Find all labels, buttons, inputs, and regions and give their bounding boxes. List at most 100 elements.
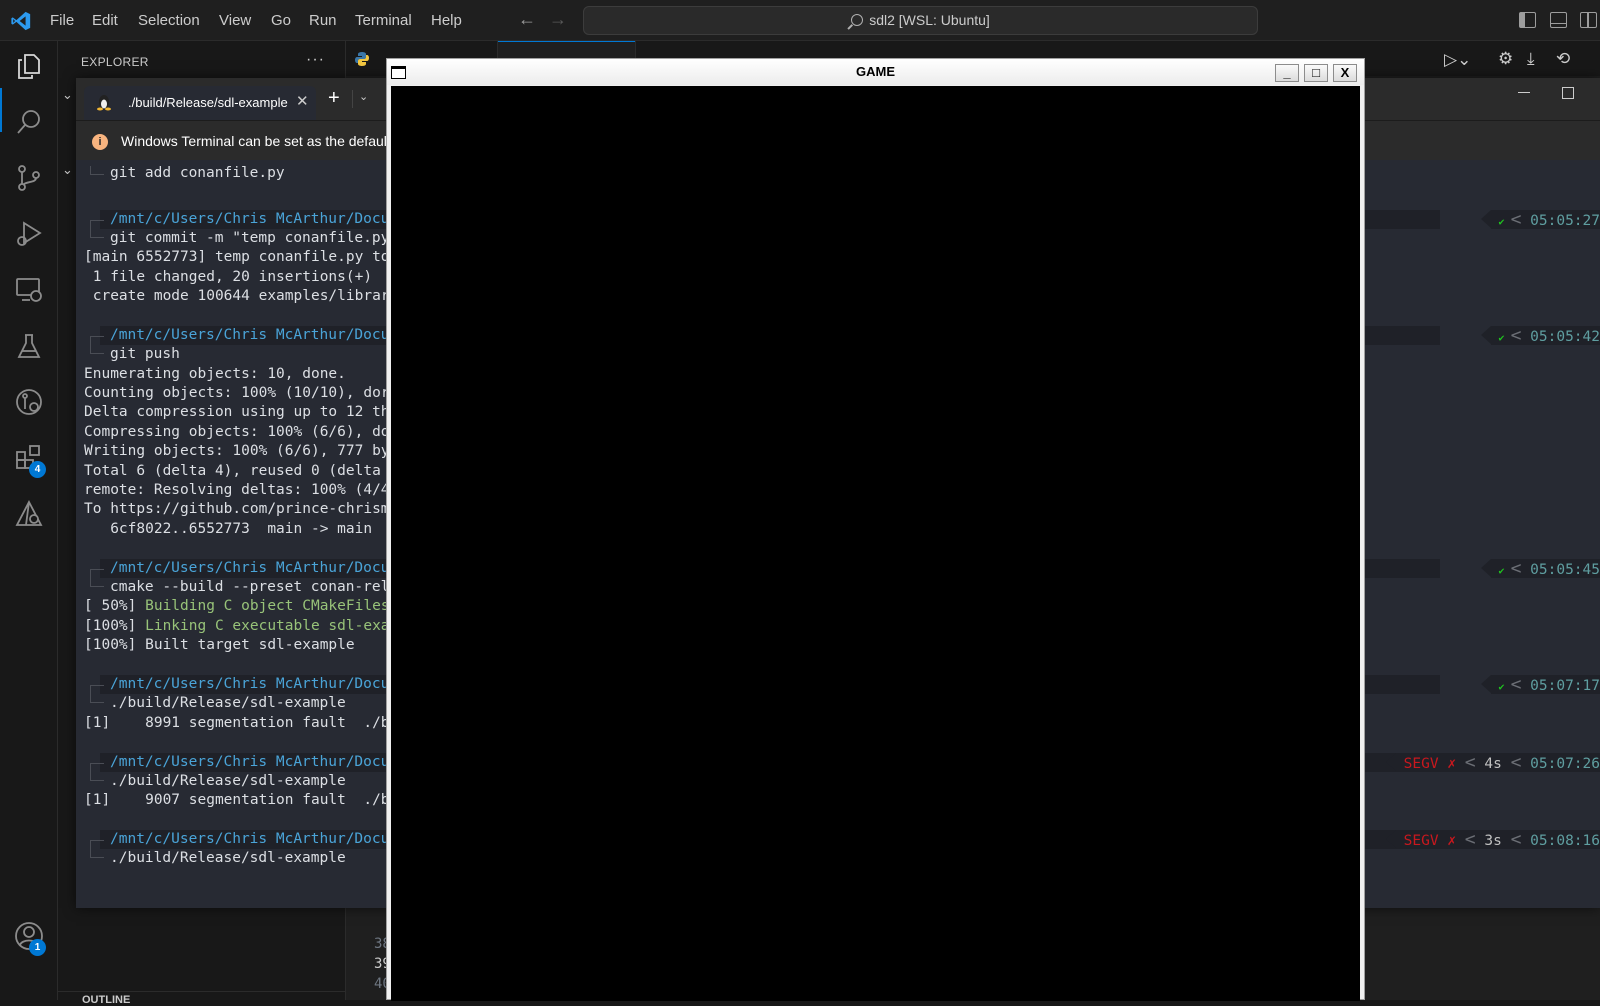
maximize-button[interactable]: □ xyxy=(1304,64,1328,82)
explorer-files-icon[interactable] xyxy=(14,51,44,81)
check-icon: ✔ xyxy=(1498,333,1511,344)
build-output-line: [100%] Built target sdl-example xyxy=(84,637,355,653)
output-line: create mode 100644 examples/librar xyxy=(84,288,390,304)
menu-view[interactable]: View xyxy=(219,12,251,29)
prompt-connector xyxy=(90,772,104,781)
prompt-connector xyxy=(90,578,104,587)
menu-go[interactable]: Go xyxy=(271,12,291,29)
prompt-connector xyxy=(90,166,104,175)
terminal-tab-title: ./build/Release/sdl-example xyxy=(128,95,288,110)
info-message: Windows Terminal can be set as the defau… xyxy=(121,133,391,149)
segv-status: SEGV xyxy=(1403,833,1439,849)
build-output-line: [100%] Linking C executable sdl-exa xyxy=(84,618,390,634)
search-icon xyxy=(851,14,864,26)
new-tab-button[interactable]: + xyxy=(328,87,340,109)
output-line: Delta compression using up to 12 th xyxy=(84,404,390,420)
minimize-button[interactable] xyxy=(1518,92,1530,93)
right-prompt: SEGV ✗ < 3s < 05:08:16 xyxy=(1385,830,1600,849)
output-line: 1 file changed, 20 insertions(+) xyxy=(84,269,373,285)
active-indicator xyxy=(0,88,2,132)
cmake-icon[interactable] xyxy=(14,499,44,529)
title-bar: File Edit Selection View Go Run Terminal… xyxy=(0,0,1600,41)
activity-bar: 4 1 xyxy=(0,41,58,1000)
chevron-down-icon[interactable]: ⌄ xyxy=(62,162,73,178)
git-graph-icon[interactable] xyxy=(14,387,44,417)
toggle-panel-icon[interactable] xyxy=(1550,12,1567,28)
timestamp: 05:05:42 xyxy=(1530,329,1600,345)
python-icon xyxy=(355,52,369,66)
outline-section-header[interactable]: OUTLINE xyxy=(82,994,130,1006)
remote-explorer-icon[interactable] xyxy=(14,275,44,305)
menu-file[interactable]: File xyxy=(50,12,74,29)
prompt-connector xyxy=(90,345,104,354)
close-tab-icon[interactable]: ✕ xyxy=(296,92,309,110)
timestamp: 05:07:17 xyxy=(1530,678,1600,694)
menu-terminal[interactable]: Terminal xyxy=(355,12,412,29)
prompt-connector xyxy=(90,336,104,345)
error-x-icon: ✗ xyxy=(1447,756,1457,772)
back-arrow-icon[interactable]: ← xyxy=(518,9,536,30)
output-line: Enumerating objects: 10, done. xyxy=(84,366,346,382)
search-icon[interactable] xyxy=(14,107,44,137)
output-line: To https://github.com/prince-chrism xyxy=(84,501,390,517)
segv-status: SEGV xyxy=(1403,756,1439,772)
vscode-logo-icon xyxy=(11,11,31,31)
menu-selection[interactable]: Selection xyxy=(138,12,200,29)
forward-arrow-icon[interactable]: → xyxy=(549,9,567,30)
divider xyxy=(58,991,346,992)
menu-help[interactable]: Help xyxy=(431,12,462,29)
command-line: git add conanfile.py xyxy=(110,165,285,181)
check-icon: ✔ xyxy=(1498,566,1511,577)
prompt-path: /mnt/c/Users/Chris McArthur/Docu xyxy=(110,676,390,692)
download-icon[interactable]: ⤓ xyxy=(1527,49,1535,69)
command-line: cmake --build --preset conan-rel xyxy=(110,579,390,595)
menu-edit[interactable]: Edit xyxy=(92,12,118,29)
menu-run[interactable]: Run xyxy=(309,12,337,29)
toggle-primary-sidebar-icon[interactable] xyxy=(1519,12,1536,28)
extensions-badge: 4 xyxy=(29,461,46,478)
more-actions-icon[interactable]: ··· xyxy=(306,51,325,69)
output-line: [main 6552773] temp conanfile.py to xyxy=(84,249,390,265)
command-center-search[interactable]: sdl2 [WSL: Ubuntu] xyxy=(583,6,1258,35)
output-line: 6cf8022..6552773 main -> main xyxy=(84,521,373,537)
output-line: remote: Resolving deltas: 100% (4/4 xyxy=(84,482,390,498)
duration: 3s xyxy=(1484,833,1502,849)
close-button[interactable]: X xyxy=(1333,64,1357,82)
right-prompt: ✔ < 05:05:27 xyxy=(1480,210,1600,229)
game-canvas[interactable] xyxy=(391,86,1360,1001)
accounts-badge: 1 xyxy=(29,939,46,956)
prompt-connector xyxy=(90,685,104,694)
prompt-connector xyxy=(90,229,104,238)
run-and-debug-icon[interactable] xyxy=(14,219,44,249)
command-line: ./build/Release/sdl-example xyxy=(110,850,346,866)
command-line: git push xyxy=(110,346,180,362)
game-title-bar[interactable]: GAME _ □ X xyxy=(387,59,1364,85)
toggle-secondary-sidebar-icon[interactable] xyxy=(1580,12,1597,28)
chevron-down-icon[interactable]: ⌄ xyxy=(359,90,368,103)
active-tab-indicator xyxy=(498,41,635,42)
timestamp: 05:07:26 xyxy=(1530,756,1600,772)
chevron-down-icon[interactable]: ⌄ xyxy=(62,87,73,103)
right-prompt: SEGV ✗ < 4s < 05:07:26 xyxy=(1385,753,1600,772)
output-line: [1] 8991 segmentation fault ./b xyxy=(84,715,390,731)
source-control-icon[interactable] xyxy=(14,163,44,193)
game-window-title: GAME xyxy=(856,64,895,79)
divider xyxy=(352,90,353,108)
game-window: GAME _ □ X xyxy=(386,58,1365,1001)
timestamp: 05:05:45 xyxy=(1530,562,1600,578)
open-changes-icon[interactable]: ⟲ xyxy=(1556,49,1570,69)
prompt-path: /mnt/c/Users/Chris McArthur/Docu xyxy=(110,831,390,847)
linux-tux-icon xyxy=(97,95,111,111)
run-debug-icon[interactable]: ▷⌄ xyxy=(1444,50,1471,70)
testing-flask-icon[interactable] xyxy=(14,331,44,361)
command-line: git commit -m "temp conanfile.py xyxy=(110,230,390,246)
command-center-label: sdl2 [WSL: Ubuntu] xyxy=(869,12,990,28)
gear-icon[interactable]: ⚙ xyxy=(1498,49,1513,69)
maximize-button[interactable] xyxy=(1562,87,1574,99)
check-icon: ✔ xyxy=(1498,217,1511,228)
build-output-line: [ 50%] Building C object CMakeFiles xyxy=(84,598,390,614)
prompt-connector xyxy=(90,849,104,858)
prompt-path: /mnt/c/Users/Chris McArthur/Docu xyxy=(110,327,390,343)
terminal-tab[interactable]: ./build/Release/sdl-example ✕ xyxy=(84,86,316,120)
minimize-button[interactable]: _ xyxy=(1275,64,1299,82)
